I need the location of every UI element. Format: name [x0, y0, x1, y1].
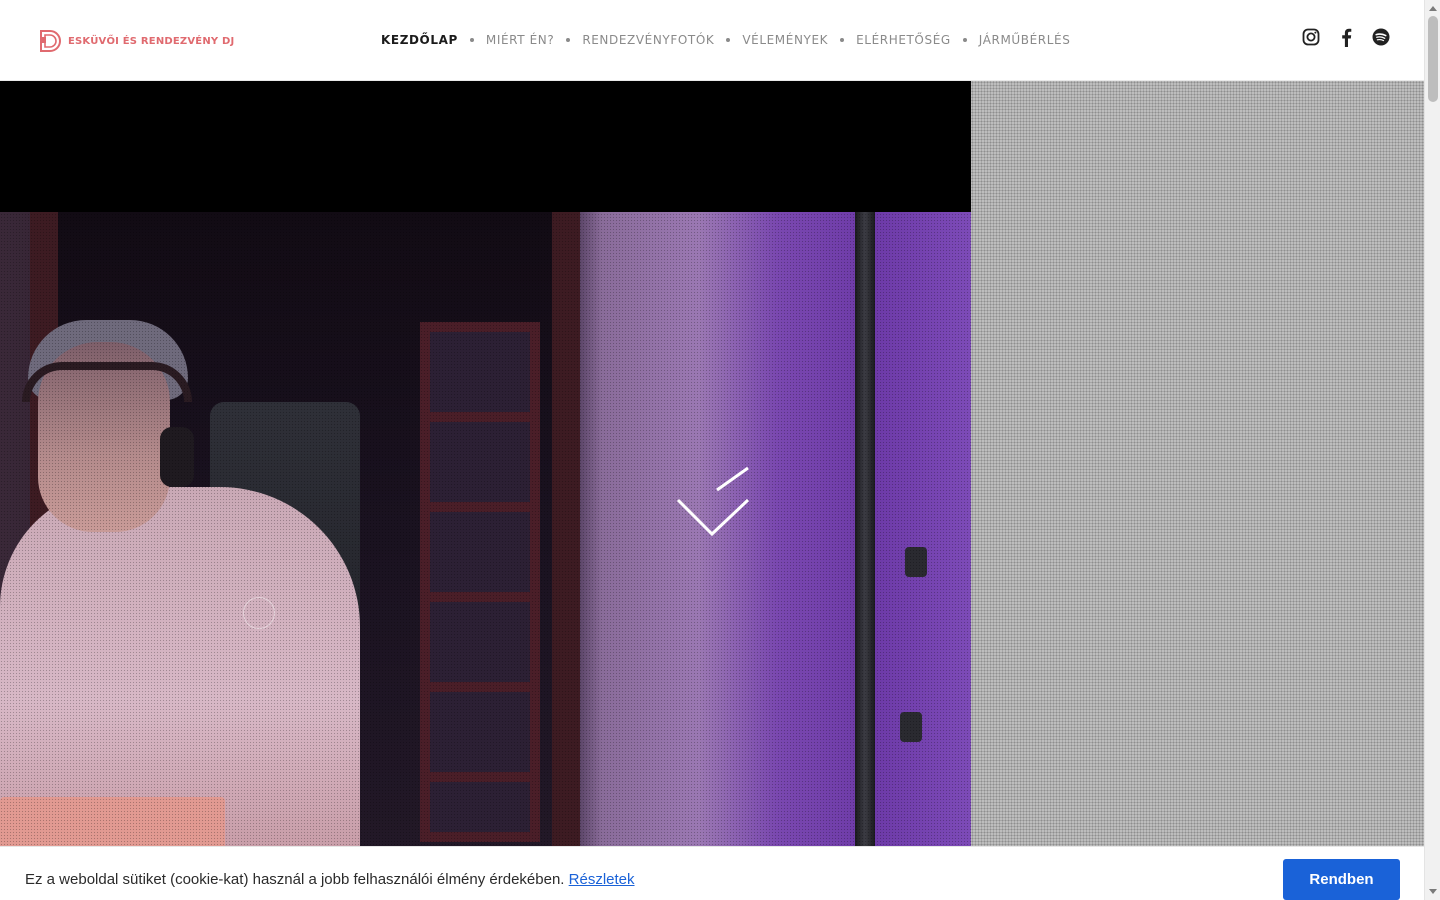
hero-dj-photo [0, 212, 971, 846]
hero-video [0, 81, 971, 846]
nav-item-velemenyek[interactable]: VÉLEMÉNYEK [742, 33, 828, 47]
scroll-thumb[interactable] [1428, 16, 1438, 102]
scroll-up-arrow-icon[interactable] [1429, 6, 1437, 11]
chevron-down-icon[interactable] [672, 466, 754, 538]
logo-d-icon [40, 30, 61, 52]
nav-item-rendezvenyfotok[interactable]: RENDEZVÉNYFOTÓK [582, 33, 714, 47]
nav-separator-dot [962, 38, 967, 42]
nav-item-elerhetoseg[interactable]: ELÉRHETŐSÉG [856, 33, 951, 47]
scroll-down-arrow-icon[interactable] [1429, 889, 1437, 894]
cookie-accept-button[interactable]: Rendben [1283, 859, 1400, 900]
facebook-icon[interactable] [1336, 27, 1356, 47]
page: ESKÜVŐI ÉS RENDEZVÉNY DJ KEZDŐLAP MIÉRT … [0, 0, 1440, 900]
cookie-message-text: Ez a weboldal sütiket (cookie-kat) haszn… [25, 871, 565, 888]
nav-item-kezdolap[interactable]: KEZDŐLAP [381, 33, 458, 47]
loading-ring [243, 597, 275, 629]
site-header: ESKÜVŐI ÉS RENDEZVÉNY DJ KEZDŐLAP MIÉRT … [0, 0, 1424, 81]
nav-separator-dot [566, 38, 571, 42]
cookie-consent-bar: Ez a weboldal sütiket (cookie-kat) haszn… [0, 846, 1424, 900]
site-logo[interactable]: ESKÜVŐI ÉS RENDEZVÉNY DJ [38, 27, 234, 55]
nav-item-miert-en[interactable]: MIÉRT ÉN? [486, 33, 554, 47]
logo-text: ESKÜVŐI ÉS RENDEZVÉNY DJ [68, 35, 235, 47]
cookie-details-link[interactable]: Részletek [569, 871, 635, 888]
social-links [1301, 27, 1391, 47]
cookie-message: Ez a weboldal sütiket (cookie-kat) haszn… [25, 871, 635, 888]
instagram-icon[interactable] [1301, 27, 1321, 47]
page-scrollbar[interactable] [1424, 0, 1440, 900]
nav-separator-dot [726, 38, 731, 42]
spotify-icon[interactable] [1371, 27, 1391, 47]
nav-separator-dot [469, 38, 474, 42]
nav-separator-dot [840, 38, 845, 42]
main-nav: KEZDŐLAP MIÉRT ÉN? RENDEZVÉNYFOTÓK VÉLEM… [381, 31, 1070, 49]
side-panel-pattern [971, 81, 1424, 846]
nav-item-jarmuberles[interactable]: JÁRMŰBÉRLÉS [979, 33, 1071, 47]
